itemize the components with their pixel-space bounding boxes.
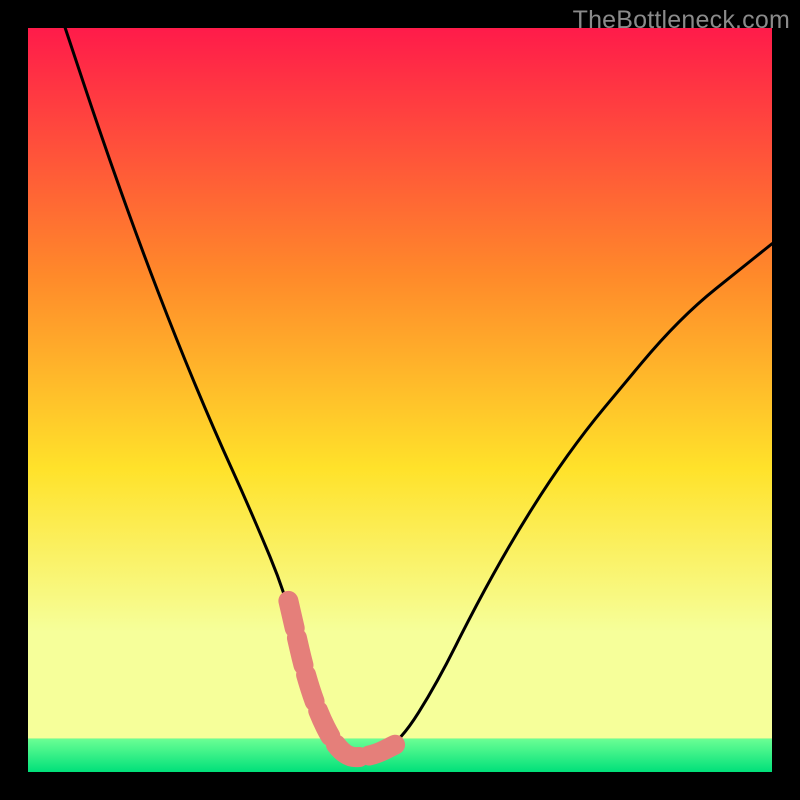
chart-stage: TheBottleneck.com (0, 0, 800, 800)
watermark-text: TheBottleneck.com (573, 6, 790, 35)
bottleneck-chart (0, 0, 800, 800)
gradient-background (28, 28, 772, 739)
